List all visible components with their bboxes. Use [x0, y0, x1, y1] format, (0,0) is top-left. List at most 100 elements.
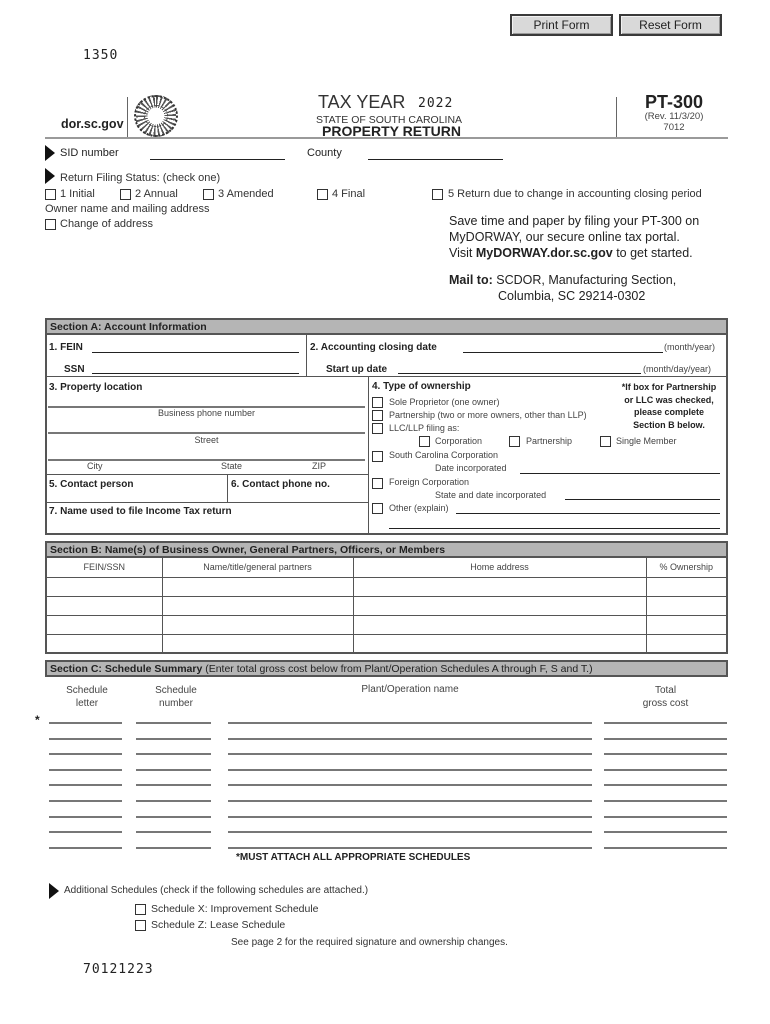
schedule-number-input[interactable]: [136, 784, 211, 786]
sc-corporation-checkbox[interactable]: [372, 451, 383, 462]
income-tax-name-label[interactable]: 7. Name used to file Income Tax return: [49, 506, 232, 517]
change-address-checkbox[interactable]: [45, 219, 56, 230]
initial-checkbox[interactable]: [45, 189, 56, 200]
plant-name-input[interactable]: [228, 831, 592, 833]
other-ownership-checkbox[interactable]: [372, 503, 383, 514]
schedule-number-input[interactable]: [136, 847, 211, 849]
county-input[interactable]: [368, 159, 503, 160]
sid-input[interactable]: [150, 159, 285, 160]
gross-cost-input[interactable]: [604, 816, 727, 818]
gross-cost-input[interactable]: [604, 769, 727, 771]
schedule-letter-input[interactable]: [49, 847, 122, 849]
ownership-pct-cell[interactable]: [645, 576, 728, 597]
schedule-z-checkbox[interactable]: [135, 920, 146, 931]
schedule-x-checkbox[interactable]: [135, 904, 146, 915]
section-a-divider: [45, 474, 368, 475]
schedule-number-input[interactable]: [136, 753, 211, 755]
schedule-letter-input[interactable]: [49, 769, 122, 771]
contact-person-label[interactable]: 5. Contact person: [49, 479, 133, 490]
llc-partnership-checkbox[interactable]: [509, 436, 520, 447]
closing-date-label: 2. Accounting closing date: [310, 342, 437, 353]
schedule-number-input[interactable]: [136, 831, 211, 833]
col-schedule-number: Schedule number: [155, 685, 197, 709]
gross-cost-input[interactable]: [604, 784, 727, 786]
schedule-letter-input[interactable]: [49, 831, 122, 833]
section-a-divider: [227, 474, 228, 502]
state-date-incorporated-input[interactable]: [565, 499, 720, 500]
schedule-letter-input[interactable]: [49, 722, 122, 724]
contact-phone-label[interactable]: 6. Contact phone no.: [231, 479, 330, 490]
plant-name-input[interactable]: [228, 722, 592, 724]
amended-checkbox[interactable]: [203, 189, 214, 200]
home-address-cell[interactable]: [352, 595, 647, 616]
closing-period-checkbox[interactable]: [432, 189, 443, 200]
gross-cost-input[interactable]: [604, 800, 727, 802]
gross-cost-input[interactable]: [604, 753, 727, 755]
schedule-number-input[interactable]: [136, 816, 211, 818]
sole-proprietor-checkbox[interactable]: [372, 397, 383, 408]
print-form-button[interactable]: Print Form: [510, 14, 613, 36]
ownership-pct-cell[interactable]: [645, 614, 728, 635]
ssn-input[interactable]: [92, 373, 299, 374]
schedule-letter-input[interactable]: [49, 800, 122, 802]
gross-cost-input[interactable]: [604, 847, 727, 849]
home-address-cell[interactable]: [352, 614, 647, 635]
fein-ssn-cell[interactable]: [45, 633, 163, 654]
ownership-pct-cell[interactable]: [645, 633, 728, 654]
plant-name-input[interactable]: [228, 847, 592, 849]
state-date-incorporated-label: State and date incorporated: [435, 490, 547, 500]
fein-input[interactable]: [92, 352, 299, 353]
state-label: State: [221, 461, 243, 471]
gross-cost-input[interactable]: [604, 831, 727, 833]
fein-ssn-cell[interactable]: [45, 576, 163, 597]
llc-checkbox[interactable]: [372, 423, 383, 434]
schedule-number-input[interactable]: [136, 769, 211, 771]
plant-name-input[interactable]: [228, 816, 592, 818]
other-explain-input-2[interactable]: [389, 528, 720, 529]
plant-name-input[interactable]: [228, 800, 592, 802]
annual-checkbox[interactable]: [120, 189, 131, 200]
change-address-label: Change of address: [60, 218, 153, 230]
closing-date-input[interactable]: [463, 352, 663, 353]
startup-date-input[interactable]: [398, 373, 641, 374]
city-label: City: [87, 461, 103, 471]
fein-ssn-cell[interactable]: [45, 595, 163, 616]
final-checkbox[interactable]: [317, 189, 328, 200]
business-phone-input[interactable]: [48, 432, 365, 434]
plant-name-input[interactable]: [228, 769, 592, 771]
schedule-letter-input[interactable]: [49, 753, 122, 755]
home-address-cell[interactable]: [352, 576, 647, 597]
mydorway-link[interactable]: MyDORWAY.dor.sc.gov: [476, 246, 613, 260]
section-a-divider: [45, 376, 728, 377]
name-title-cell[interactable]: [161, 633, 354, 654]
schedule-letter-input[interactable]: [49, 784, 122, 786]
name-title-cell[interactable]: [161, 576, 354, 597]
partnership-checkbox[interactable]: [372, 410, 383, 421]
home-address-cell[interactable]: [352, 633, 647, 654]
foreign-corporation-checkbox[interactable]: [372, 478, 383, 489]
schedule-number-input[interactable]: [136, 738, 211, 740]
reset-form-button[interactable]: Reset Form: [619, 14, 722, 36]
plant-name-input[interactable]: [228, 784, 592, 786]
schedule-letter-input[interactable]: [49, 816, 122, 818]
llc-corporation-checkbox[interactable]: [419, 436, 430, 447]
schedule-number-input[interactable]: [136, 722, 211, 724]
fein-ssn-cell[interactable]: [45, 614, 163, 635]
gross-cost-input[interactable]: [604, 738, 727, 740]
plant-name-input[interactable]: [228, 753, 592, 755]
date-incorporated-input[interactable]: [520, 473, 720, 474]
schedule-letter-input[interactable]: [49, 738, 122, 740]
ownership-pct-cell[interactable]: [645, 595, 728, 616]
section-b-table: FEIN/SSN Name/title/general partners Hom…: [45, 556, 728, 654]
llc-single-member-checkbox[interactable]: [600, 436, 611, 447]
schedule-number-input[interactable]: [136, 800, 211, 802]
other-explain-input[interactable]: [456, 513, 720, 514]
plant-name-input[interactable]: [228, 738, 592, 740]
llc-corporation-label: Corporation: [435, 436, 483, 446]
gross-cost-input[interactable]: [604, 722, 727, 724]
sole-proprietor-label: Sole Proprietor (one owner): [389, 397, 500, 407]
name-title-cell[interactable]: [161, 595, 354, 616]
name-title-cell[interactable]: [161, 614, 354, 635]
schedule-z-label: Schedule Z: Lease Schedule: [151, 919, 286, 931]
ownership-note: *If box for Partnership or LLC was check…: [621, 382, 717, 430]
